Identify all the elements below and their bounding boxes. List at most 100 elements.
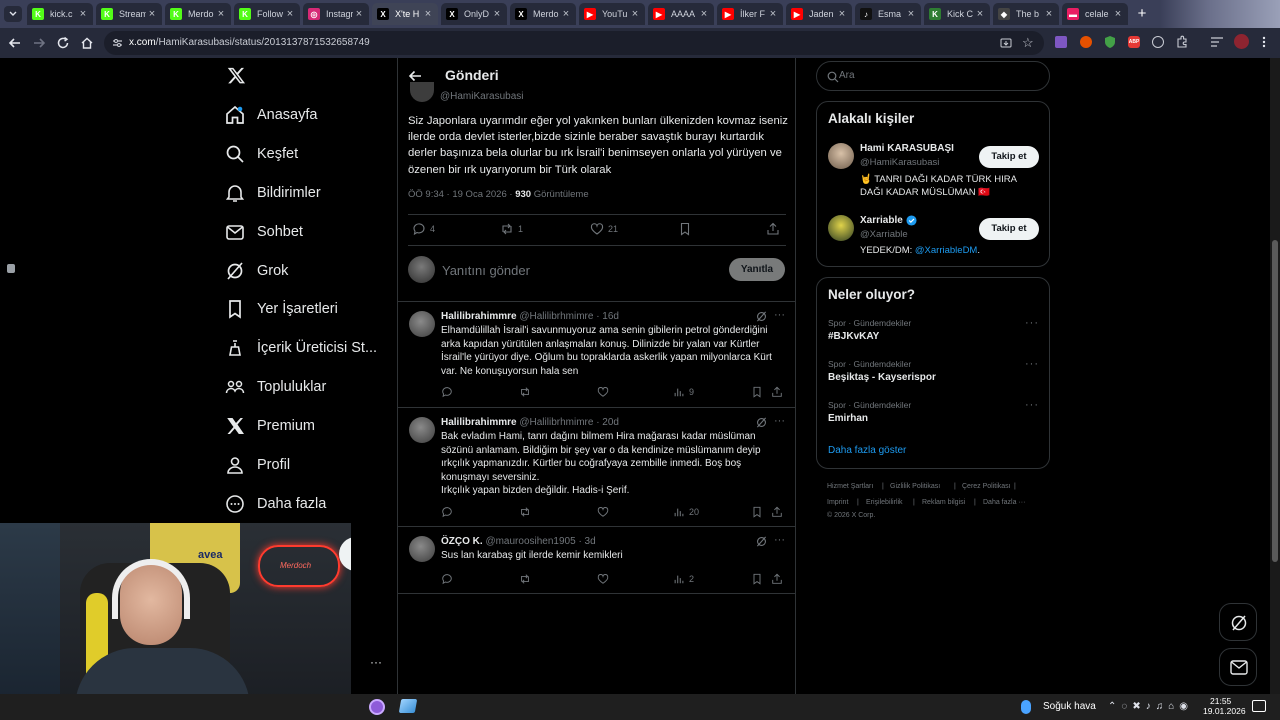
author-avatar[interactable] (410, 82, 434, 102)
reply-button[interactable] (441, 573, 453, 585)
account-more-button[interactable]: ··· (370, 655, 382, 669)
repost-button[interactable] (519, 506, 531, 518)
nav-item-creator[interactable]: İçerik Üreticisi St... (224, 330, 377, 366)
nav-item-bell[interactable]: Bildirimler (224, 175, 321, 211)
home-button-icon[interactable] (80, 36, 94, 50)
trend-name[interactable]: Beşiktaş - Kayserispor (828, 372, 936, 383)
search-box[interactable]: Ara (816, 61, 1050, 91)
scrollbar-thumb[interactable] (1272, 240, 1278, 562)
tab-close-icon[interactable]: × (905, 8, 917, 20)
browser-tab[interactable]: Kkick.c × (27, 3, 93, 25)
nav-item-bookmark[interactable]: Yer İşaretleri (224, 291, 338, 327)
browser-tab[interactable]: ◎ Instagr × (303, 3, 369, 25)
trend-more-icon[interactable]: ··· (1025, 317, 1039, 329)
tab-close-icon[interactable]: × (974, 8, 986, 20)
person-name[interactable]: Hami KARASUBAŞI (860, 143, 954, 154)
footer-link[interactable]: Erişilebilirlik (866, 499, 903, 506)
tab-close-icon[interactable]: × (215, 8, 227, 20)
weather-text[interactable]: Soğuk hava (1043, 701, 1096, 712)
reply-avatar[interactable] (409, 417, 435, 443)
browser-tab[interactable]: ▶ İlker F × (717, 3, 783, 25)
person-name[interactable]: Xarriable (860, 215, 903, 226)
bookmark-button[interactable] (751, 573, 763, 585)
share-button[interactable] (771, 573, 783, 585)
reply-input[interactable]: Yanıtını gönder (442, 263, 530, 278)
trend-name[interactable]: Emirhan (828, 413, 868, 424)
post-timestamp[interactable]: ÖÖ 9:34 · 19 Oca 2026 · (408, 189, 513, 200)
post-author-handle[interactable]: @HamiKarasubasi (440, 91, 524, 102)
grok-explain-icon[interactable] (756, 417, 767, 428)
grok-explain-icon[interactable] (756, 536, 767, 547)
tab-close-icon[interactable]: × (422, 8, 434, 20)
repost-button[interactable]: 1 (500, 222, 523, 236)
bookmark-button[interactable] (751, 386, 763, 398)
forward-icon[interactable] (32, 36, 46, 50)
extension-abp-icon[interactable]: ABP (1128, 36, 1140, 48)
bookmark-button-icon[interactable] (678, 222, 692, 236)
address-bar[interactable]: x.com/HamiKarasubasi/status/201313787153… (104, 31, 1044, 55)
nav-item-home[interactable]: Anasayfa (224, 97, 317, 133)
share-button[interactable] (771, 386, 783, 398)
footer-link[interactable]: Daha fazla ··· (983, 499, 1025, 506)
nav-item-mail[interactable]: Sohbet (224, 214, 303, 250)
reply-more-icon[interactable]: ··· (774, 309, 785, 321)
views-button[interactable]: 2 (673, 573, 694, 585)
tab-close-icon[interactable]: × (1112, 8, 1124, 20)
install-app-icon[interactable] (1000, 37, 1012, 49)
reply-more-icon[interactable]: ··· (774, 415, 785, 427)
browser-tab[interactable]: K Stream × (96, 3, 162, 25)
notifications-icon[interactable] (1252, 700, 1266, 712)
tab-close-icon[interactable]: × (77, 8, 89, 20)
grok-floating-button[interactable] (1219, 603, 1257, 641)
x-logo-icon[interactable] (227, 66, 246, 85)
reading-list-icon[interactable] (1210, 36, 1224, 48)
views-button[interactable]: 9 (673, 386, 694, 398)
bio-mention-link[interactable]: @XarriableDM (915, 245, 977, 256)
trend-more-icon[interactable]: ··· (1025, 399, 1039, 411)
footer-link[interactable]: Çerez Politikası (962, 483, 1011, 490)
browser-tab[interactable]: K Follow × (234, 3, 300, 25)
clock-time[interactable]: 21:55 (1210, 696, 1231, 706)
tab-close-icon[interactable]: × (767, 8, 779, 20)
tab-close-icon[interactable]: × (353, 8, 365, 20)
reply-avatar[interactable] (409, 536, 435, 562)
new-tab-button[interactable]: + (1133, 5, 1151, 23)
browser-menu-icon[interactable] (1262, 36, 1266, 48)
tab-close-icon[interactable]: × (698, 8, 710, 20)
browser-tab[interactable]: ▶ YouTu × (579, 3, 645, 25)
like-button[interactable] (597, 506, 609, 518)
footer-link[interactable]: Imprint (827, 499, 848, 506)
taskbar-app-icon[interactable] (369, 699, 385, 715)
views-button[interactable]: 20 (673, 506, 699, 518)
page-scrollbar[interactable] (1270, 58, 1280, 694)
like-button[interactable] (597, 573, 609, 585)
tab-close-icon[interactable]: × (146, 8, 158, 20)
browser-tab[interactable]: ♪ Esma × (855, 3, 921, 25)
nav-item-x-premium[interactable]: Premium (224, 408, 315, 444)
browser-tab[interactable]: X Merdo × (510, 3, 576, 25)
tab-close-icon[interactable]: × (1043, 8, 1055, 20)
profile-avatar-icon[interactable] (1234, 34, 1249, 49)
messages-floating-button[interactable] (1219, 648, 1257, 686)
footer-link[interactable]: Hizmet Şartları (827, 483, 873, 490)
reply-author-name[interactable]: ÖZÇO K. (441, 536, 483, 547)
tab-close-icon[interactable]: × (629, 8, 641, 20)
tab-close-icon[interactable]: × (491, 8, 503, 20)
tab-close-icon[interactable]: × (284, 8, 296, 20)
reply-author-name[interactable]: Halilibrahimmre (441, 417, 517, 428)
browser-tab[interactable]: ▶ AAAA × (648, 3, 714, 25)
browser-tab[interactable]: ▶ Jaden × (786, 3, 852, 25)
extensions-puzzle-icon[interactable] (1176, 35, 1189, 48)
share-icon[interactable] (766, 222, 780, 236)
back-icon[interactable] (8, 36, 22, 50)
back-arrow-icon[interactable] (408, 69, 422, 83)
site-info-icon[interactable] (112, 38, 123, 48)
reply-author-handle[interactable]: @mauroosihen1905 · 3d (485, 536, 595, 547)
extension-purple-icon[interactable] (1055, 36, 1067, 48)
reply-tweet[interactable]: ÖZÇO K. @mauroosihen1905 · 3d ··· Sus lan … (398, 527, 795, 594)
person-avatar[interactable] (828, 215, 854, 241)
nav-item-communities[interactable]: Topluluklar (224, 369, 326, 405)
bookmark-button[interactable] (751, 506, 763, 518)
person-avatar[interactable] (828, 143, 854, 169)
tab-close-icon[interactable]: × (560, 8, 572, 20)
